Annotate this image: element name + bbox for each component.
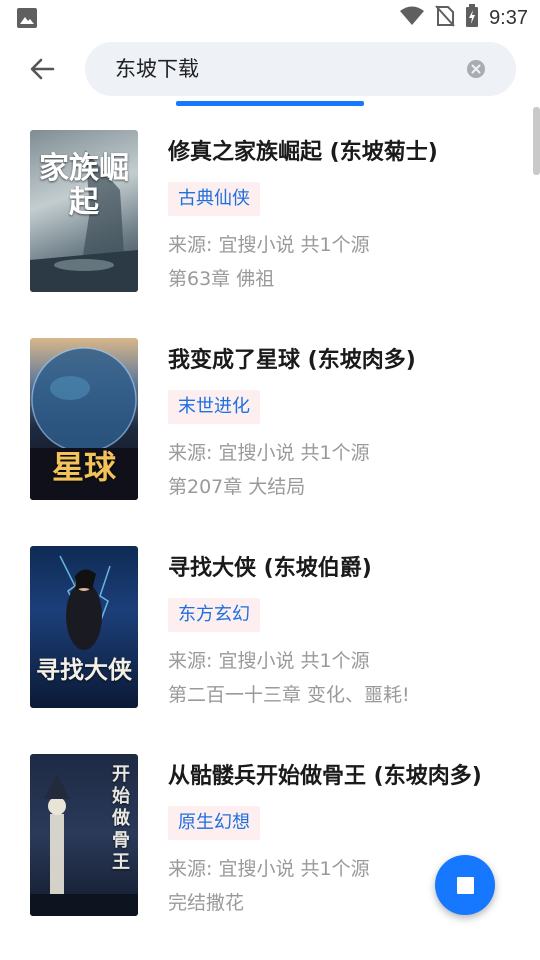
book-title: 从骷髅兵开始做骨王 (东坡肉多) — [168, 764, 482, 789]
genre-tag[interactable]: 末世进化 — [168, 390, 260, 424]
book-cover: 开始做骨王 — [30, 754, 138, 916]
book-title: 寻找大侠 (东坡伯爵) — [168, 556, 372, 581]
no-sim-icon — [435, 5, 455, 31]
clear-circle-icon — [467, 60, 485, 78]
latest-chapter: 第二百一十三章 变化、噩耗! — [168, 684, 410, 706]
latest-chapter: 第63章 佛祖 — [168, 268, 275, 290]
genre-tag[interactable]: 原生幻想 — [168, 806, 260, 840]
book-title: 我变成了星球 (东坡肉多) — [168, 348, 416, 373]
book-title: 修真之家族崛起 (东坡菊士) — [168, 140, 438, 165]
genre-tag[interactable]: 古典仙侠 — [168, 182, 260, 216]
book-cover: 星球 — [30, 338, 138, 500]
book-source: 来源: 宜搜小说 共1个源 — [168, 442, 370, 464]
list-item[interactable]: 开始做骨王 从骷髅兵开始做骨王 (东坡肉多) 原生幻想 来源: 宜搜小说 共1个… — [0, 754, 540, 954]
latest-chapter: 完结撒花 — [168, 892, 245, 914]
list-item[interactable]: 家族崛起 修真之家族崛起 (东坡菊士) 古典仙侠 来源: 宜搜小说 共1个源 第… — [0, 130, 540, 330]
search-box[interactable]: 东坡下载 — [85, 42, 516, 96]
stop-icon — [456, 876, 474, 894]
book-source: 来源: 宜搜小说 共1个源 — [168, 234, 370, 256]
list-item[interactable]: 星球 我变成了星球 (东坡肉多) 末世进化 来源: 宜搜小说 共1个源 第207… — [0, 338, 540, 538]
back-button[interactable] — [22, 49, 62, 89]
image-icon — [16, 7, 38, 29]
book-source: 来源: 宜搜小说 共1个源 — [168, 858, 370, 880]
stop-button[interactable] — [435, 855, 495, 915]
wifi-icon — [399, 6, 425, 30]
latest-chapter: 第207章 大结局 — [168, 476, 306, 498]
book-source: 来源: 宜搜小说 共1个源 — [168, 650, 370, 672]
book-cover: 家族崛起 — [30, 130, 138, 292]
book-cover: 寻找大侠 — [30, 546, 138, 708]
list-item[interactable]: 寻找大侠 寻找大侠 (东坡伯爵) 东方玄幻 来源: 宜搜小说 共1个源 第二百一… — [0, 546, 540, 746]
tab-indicator — [176, 101, 364, 106]
battery-charging-icon — [465, 4, 479, 32]
status-time: 9:37 — [489, 6, 528, 29]
genre-tag[interactable]: 东方玄幻 — [168, 598, 260, 632]
status-bar: 9:37 — [0, 0, 540, 36]
clear-button[interactable] — [466, 59, 486, 79]
search-input[interactable]: 东坡下载 — [115, 42, 199, 96]
arrow-left-icon — [30, 58, 55, 80]
